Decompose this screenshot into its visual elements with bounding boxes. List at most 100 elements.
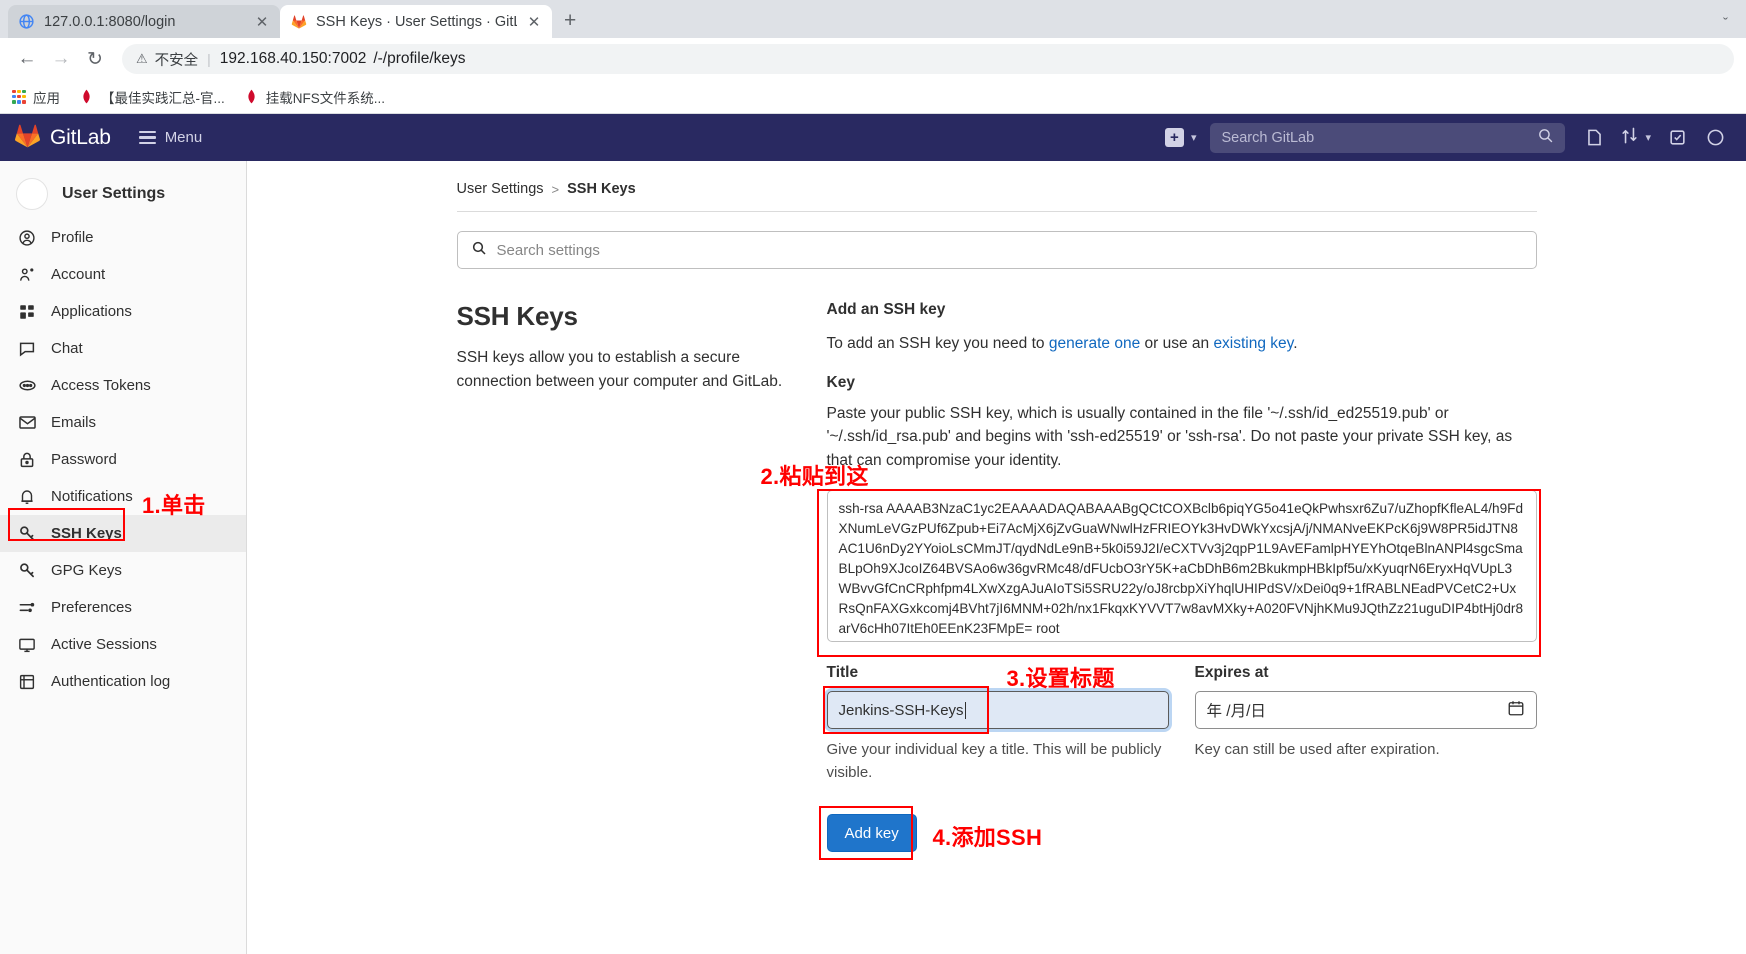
sidebar-title: User Settings bbox=[62, 185, 166, 202]
sidebar-item-label: Authentication log bbox=[51, 673, 171, 690]
sidebar-item-label: Profile bbox=[51, 229, 94, 246]
sidebar-item-emails[interactable]: Emails bbox=[0, 404, 246, 441]
sliders-icon bbox=[17, 598, 37, 617]
bell-icon bbox=[17, 488, 37, 506]
browser-toolbar: ← → ↻ ⚠ 不安全 | 192.168.40.150:7002 /-/prof… bbox=[0, 38, 1746, 80]
page-description: SSH keys allow you to establish a secure… bbox=[456, 349, 783, 390]
bookmark-item[interactable]: 【最佳实践汇总-官... bbox=[79, 87, 225, 107]
token-icon bbox=[17, 376, 37, 395]
merge-requests-dropdown[interactable]: ▾ bbox=[1613, 126, 1658, 150]
browser-tab-2-title: SSH Keys · User Settings · GitLa bbox=[316, 13, 517, 30]
avatar-icon[interactable] bbox=[1696, 119, 1734, 157]
new-tab-button[interactable]: + bbox=[564, 9, 576, 33]
envelope-icon bbox=[17, 413, 37, 432]
sidebar-item-profile[interactable]: Profile bbox=[0, 219, 246, 256]
search-placeholder: Search GitLab bbox=[1221, 129, 1315, 146]
ssh-key-textarea[interactable]: ssh-rsa AAAAB3NzaC1yc2EAAAADAQABAAABgQCt… bbox=[826, 490, 1537, 643]
plus-icon: + bbox=[1164, 128, 1184, 147]
annotation-text-step4: 4.添加SSH bbox=[932, 825, 1043, 851]
sidebar-item-gpg-keys[interactable]: GPG Keys bbox=[0, 552, 246, 589]
user-circle-icon bbox=[17, 229, 37, 247]
sidebar-item-access-tokens[interactable]: Access Tokens bbox=[0, 367, 246, 404]
sidebar-item-applications[interactable]: Applications bbox=[0, 293, 246, 330]
create-new-dropdown[interactable]: + ▾ bbox=[1155, 128, 1207, 147]
browser-tab-strip: 127.0.0.1:8080/login ✕ SSH Keys · User S… bbox=[0, 0, 1746, 38]
search-input[interactable]: Search GitLab bbox=[1210, 122, 1566, 153]
huawei-icon bbox=[244, 89, 259, 104]
sidebar-item-preferences[interactable]: Preferences bbox=[0, 589, 246, 626]
breadcrumb-separator: > bbox=[551, 181, 560, 197]
account-gear-icon bbox=[17, 266, 37, 284]
add-key-button[interactable]: Add key bbox=[826, 814, 917, 853]
forward-icon[interactable]: → bbox=[46, 44, 76, 74]
sidebar-item-label: Active Sessions bbox=[51, 636, 157, 653]
expires-field-group: Expires at 年 /月/日 Key can still be used … bbox=[1194, 664, 1537, 784]
title-input[interactable]: Jenkins-SSH-Keys bbox=[826, 691, 1169, 730]
generate-one-link[interactable]: generate one bbox=[1049, 335, 1140, 352]
key-field-help: Paste your public SSH key, which is usua… bbox=[826, 404, 1513, 469]
browser-tab-1[interactable]: 127.0.0.1:8080/login ✕ bbox=[8, 5, 280, 38]
sidebar-header[interactable]: User Settings bbox=[0, 169, 246, 219]
address-bar[interactable]: ⚠ 不安全 | 192.168.40.150:7002 /-/profile/ke… bbox=[122, 44, 1734, 74]
sidebar-item-authentication-log[interactable]: Authentication log bbox=[0, 663, 246, 700]
sidebar-item-active-sessions[interactable]: Active Sessions bbox=[0, 626, 246, 663]
gitlab-brand-label: GitLab bbox=[50, 125, 111, 149]
page-body: User Settings Profile Account Applicatio… bbox=[0, 161, 1746, 954]
issues-icon[interactable] bbox=[1575, 119, 1613, 157]
bookmark-item[interactable]: 挂载NFS文件系统... bbox=[244, 87, 385, 107]
sidebar-item-label: Password bbox=[51, 451, 117, 468]
breadcrumb-parent[interactable]: User Settings bbox=[457, 181, 544, 197]
gitlab-logo-icon bbox=[14, 122, 41, 153]
form-intro: To add an SSH key you need to generate o… bbox=[827, 332, 1537, 356]
apps-grid-icon bbox=[12, 89, 26, 104]
title-expires-row: Title Jenkins-SSH-Keys Give your individ… bbox=[822, 664, 1537, 784]
close-icon[interactable]: ✕ bbox=[254, 13, 270, 31]
key-field-label: Key bbox=[826, 373, 855, 391]
settings-two-column: SSH Keys SSH keys allow you to establish… bbox=[456, 301, 1541, 861]
expires-date-input[interactable]: 年 /月/日 bbox=[1194, 691, 1537, 730]
todos-icon[interactable] bbox=[1658, 119, 1696, 157]
url-path: /-/profile/keys bbox=[373, 50, 466, 67]
back-icon[interactable]: ← bbox=[12, 44, 42, 74]
form-intro-suffix: . bbox=[1293, 335, 1298, 352]
sidebar-item-account[interactable]: Account bbox=[0, 256, 246, 293]
key-icon bbox=[17, 524, 37, 543]
sidebar-item-label: Account bbox=[51, 266, 106, 283]
calendar-icon[interactable] bbox=[1507, 699, 1525, 721]
main-content: User Settings > SSH Keys Search settings… bbox=[247, 161, 1746, 954]
gitlab-home-link[interactable]: GitLab bbox=[14, 122, 111, 153]
sidebar-item-password[interactable]: Password bbox=[0, 441, 246, 478]
window-minimize-icon[interactable]: ˇ bbox=[1723, 15, 1728, 32]
not-secure-warning-icon: ⚠ bbox=[136, 51, 148, 66]
main-menu-button[interactable]: Menu bbox=[138, 129, 202, 146]
breadcrumb-current: SSH Keys bbox=[567, 181, 636, 197]
sidebar-item-label: Access Tokens bbox=[51, 377, 151, 394]
breadcrumb-divider bbox=[456, 211, 1537, 212]
bookmark-apps[interactable]: 应用 bbox=[12, 87, 60, 107]
chat-bubble-icon bbox=[17, 340, 37, 358]
sidebar-item-label: Preferences bbox=[51, 599, 132, 616]
merge-requests-icon bbox=[1620, 126, 1639, 150]
browser-tab-2[interactable]: SSH Keys · User Settings · GitLa ✕ bbox=[280, 5, 552, 38]
sidebar-item-label: Notifications bbox=[51, 488, 133, 505]
expires-field-label: Expires at bbox=[1194, 664, 1269, 682]
address-divider: | bbox=[207, 51, 211, 67]
bookmark-label: 挂载NFS文件系统... bbox=[265, 90, 386, 106]
applications-grid-icon bbox=[17, 303, 37, 321]
reload-icon[interactable]: ↻ bbox=[80, 44, 110, 74]
sidebar-item-chat[interactable]: Chat bbox=[0, 330, 246, 367]
huawei-icon bbox=[79, 89, 94, 104]
search-icon bbox=[471, 240, 487, 261]
close-icon[interactable]: ✕ bbox=[526, 13, 542, 31]
sidebar-item-label: Emails bbox=[51, 414, 97, 431]
existing-key-link[interactable]: existing key bbox=[1213, 335, 1293, 352]
gitlab-navbar: GitLab Menu + ▾ Search GitLab ▾ bbox=[0, 114, 1746, 161]
settings-search-input[interactable]: Search settings bbox=[456, 231, 1537, 269]
sidebar-item-label: SSH Keys bbox=[51, 525, 122, 542]
sidebar-item-notifications[interactable]: Notifications bbox=[0, 478, 246, 515]
sidebar-item-ssh-keys[interactable]: SSH Keys bbox=[0, 515, 246, 552]
security-status-text: 不安全 bbox=[154, 52, 199, 69]
navbar-right-group: + ▾ Search GitLab ▾ bbox=[1155, 119, 1734, 157]
bookmark-apps-label: 应用 bbox=[33, 90, 60, 106]
chevron-down-icon: ▾ bbox=[1190, 132, 1197, 144]
